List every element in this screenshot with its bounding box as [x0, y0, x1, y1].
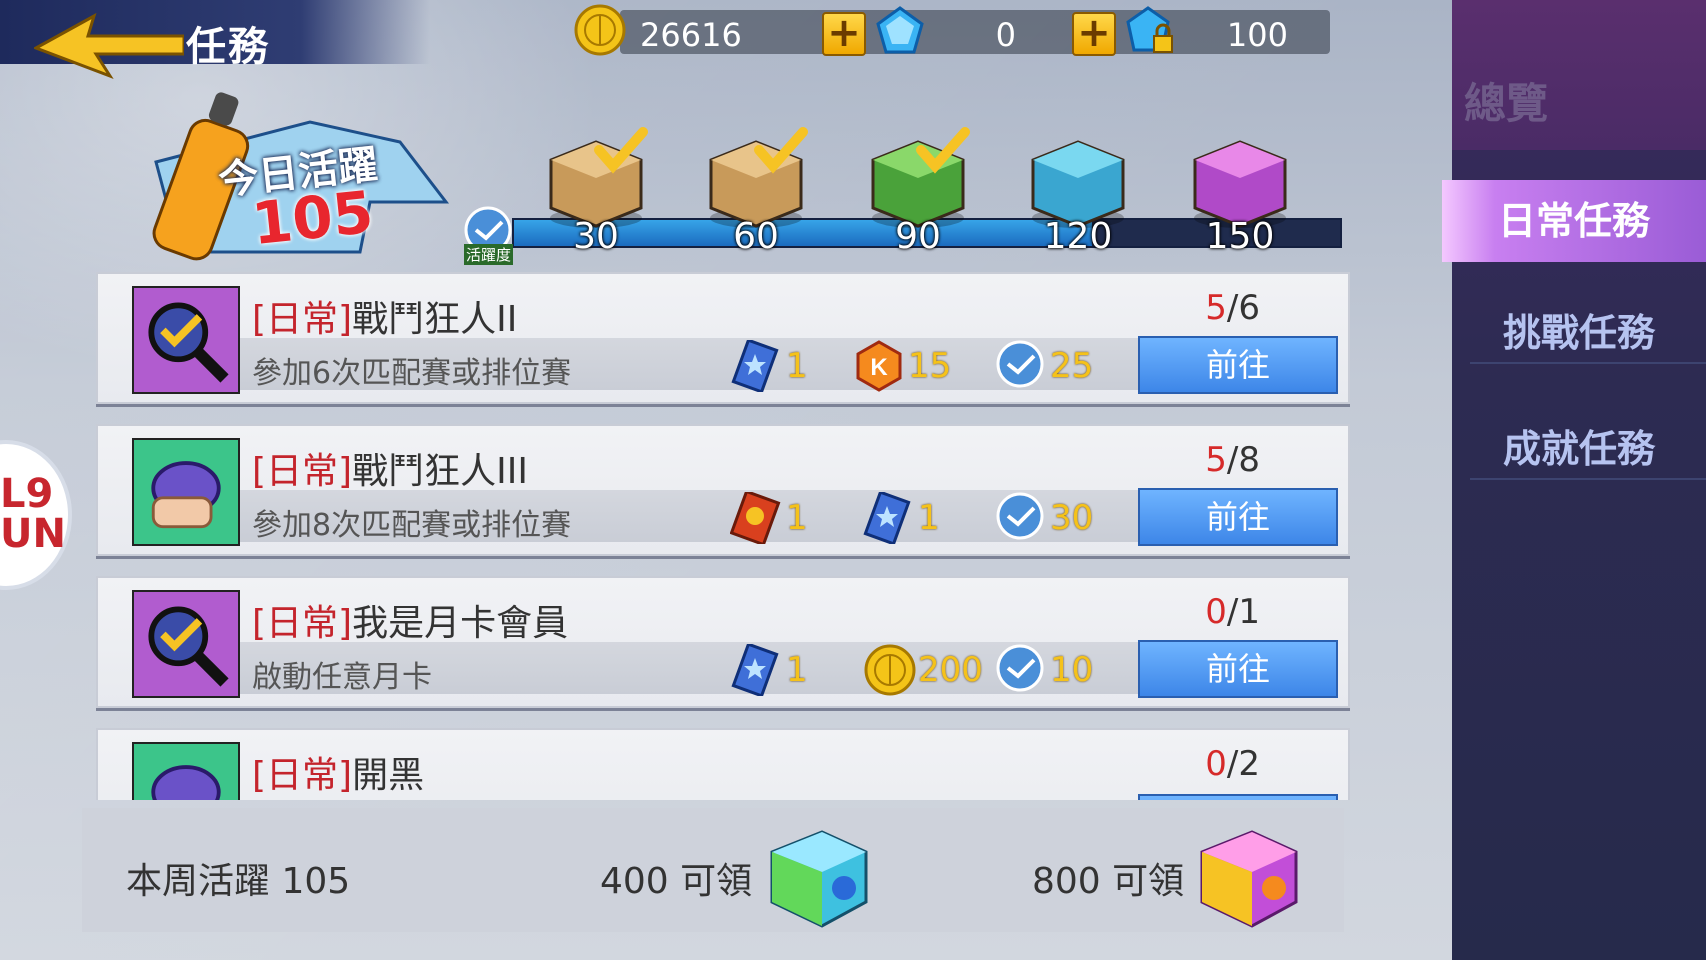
task-progress-total: /2 [1226, 744, 1260, 784]
task-title: [日常]戰鬥狂人II [252, 290, 517, 342]
task-progress-total: /8 [1226, 440, 1260, 480]
task-description: 啟動任意月卡 [252, 660, 432, 695]
coin-count: 26616 [640, 16, 742, 54]
add-coins-button[interactable]: + [822, 12, 866, 56]
skill-card-icon [731, 340, 779, 392]
milestone-value: 120 [1043, 216, 1113, 257]
task-title: [日常]戰鬥狂人III [252, 442, 528, 494]
task-name: 戰鬥狂人III [352, 451, 528, 492]
activity-points-icon [996, 492, 1044, 540]
currency-bar: 26616 + 0 + 100 [574, 4, 1330, 56]
weekly-reward-box-400-icon[interactable] [762, 822, 872, 932]
reward-amount: 15 [908, 346, 952, 386]
basketball-hand-icon [132, 742, 240, 800]
milestone-value: 150 [1205, 216, 1275, 257]
task-progress-current: 5 [1205, 288, 1227, 328]
diamond-icon [876, 6, 924, 54]
sidebar-item-daily-tasks[interactable]: 日常任務 [1442, 180, 1706, 262]
task-name: 我是月卡會員 [352, 603, 569, 644]
locked-diamond-count: 100 [1226, 16, 1288, 54]
magnifier-check-icon [132, 286, 240, 394]
task-name: 開黑 [352, 755, 425, 796]
k-token-icon: K [856, 340, 902, 392]
task-list: [日常]戰鬥狂人II 參加6次匹配賽或排位賽 5/6 1 K 15 25 前往 … [96, 270, 1350, 800]
activity-points-icon [996, 644, 1044, 692]
weekly-activity-bar: 本周活躍 105 400 可領 800 可領 [82, 808, 1344, 932]
sidebar-divider [1470, 362, 1706, 364]
task-progress-current: 0 [1205, 744, 1227, 784]
milestone-value: 90 [895, 216, 941, 257]
diamond-count: 0 [995, 16, 1016, 54]
task-card: [日常]我是月卡會員 啟動任意月卡 0/1 1 200 10 前往 [96, 576, 1350, 708]
go-button[interactable] [1138, 794, 1338, 800]
skill-card-icon [863, 492, 911, 544]
task-progress: 5/8 [1205, 440, 1260, 480]
task-description: 參加6次匹配賽或排位賽 [252, 356, 572, 391]
go-button[interactable]: 前往 [1138, 488, 1338, 546]
task-card: [日常]戰鬥狂人II 參加6次匹配賽或排位賽 5/6 1 K 15 25 前往 [96, 272, 1350, 404]
go-button[interactable]: 前往 [1138, 336, 1338, 394]
skill-book-icon [730, 492, 781, 544]
weekly-reward-box-800-icon[interactable] [1192, 822, 1302, 932]
task-tag: [日常] [252, 299, 353, 340]
activity-points-icon [996, 340, 1044, 388]
milestone-value: 30 [573, 216, 619, 257]
gold-coin-icon [574, 4, 626, 56]
svg-text:K: K [870, 354, 888, 381]
locked-diamond-icon [1126, 6, 1173, 53]
task-description: 參加8次匹配賽或排位賽 [252, 508, 572, 543]
floating-logo-text: L9 UN [0, 471, 66, 557]
task-card: [日常]戰鬥狂人III 參加8次匹配賽或排位賽 5/8 1 1 30 前往 [96, 424, 1350, 556]
task-tag: [日常] [252, 451, 353, 492]
task-progress-current: 0 [1205, 592, 1227, 632]
reward-amount: 1 [786, 346, 808, 386]
add-diamonds-button[interactable]: + [1072, 12, 1116, 56]
basketball-hand-icon [132, 438, 240, 546]
magnifier-check-icon [132, 590, 240, 698]
sidebar-overview[interactable]: 總覽 [1464, 70, 1548, 131]
reward-amount: 200 [918, 650, 983, 690]
milestone-value: 60 [733, 216, 779, 257]
task-name: 戰鬥狂人II [352, 299, 518, 340]
go-button[interactable]: 前往 [1138, 640, 1338, 698]
reward-amount: 25 [1050, 346, 1094, 386]
task-card: [日常]開黑 0/2 [96, 728, 1350, 800]
task-tag: [日常] [252, 755, 353, 796]
reward-amount: 1 [918, 498, 940, 538]
weekly-reward-400-label: 400 可領 [600, 861, 753, 902]
task-progress-current: 5 [1205, 440, 1227, 480]
reward-amount: 30 [1050, 498, 1094, 538]
task-progress: 0/2 [1205, 744, 1260, 784]
activity-points-label: 活躍度 [464, 244, 514, 265]
page-title: 任務 [186, 24, 270, 70]
task-progress: 0/1 [1205, 592, 1260, 632]
sidebar-divider [1470, 478, 1706, 480]
task-progress-total: /1 [1226, 592, 1260, 632]
back-arrow-icon[interactable] [34, 10, 184, 80]
task-progress: 5/6 [1205, 288, 1260, 328]
weekly-activity-label: 本周活躍 105 [126, 861, 351, 902]
daily-activity-value: 105 [248, 177, 377, 259]
sidebar: 總覽 日常任務 挑戰任務 成就任務 [1442, 0, 1706, 960]
skill-card-icon [731, 644, 779, 696]
task-title: [日常]開黑 [252, 746, 424, 798]
reward-amount: 10 [1050, 650, 1094, 690]
gold-coin-icon [864, 644, 916, 696]
task-progress-total: /6 [1226, 288, 1260, 328]
task-tag: [日常] [252, 603, 353, 644]
reward-amount: 1 [786, 650, 808, 690]
reward-amount: 1 [786, 498, 808, 538]
task-title: [日常]我是月卡會員 [252, 594, 568, 646]
weekly-reward-800-label: 800 可領 [1032, 861, 1185, 902]
